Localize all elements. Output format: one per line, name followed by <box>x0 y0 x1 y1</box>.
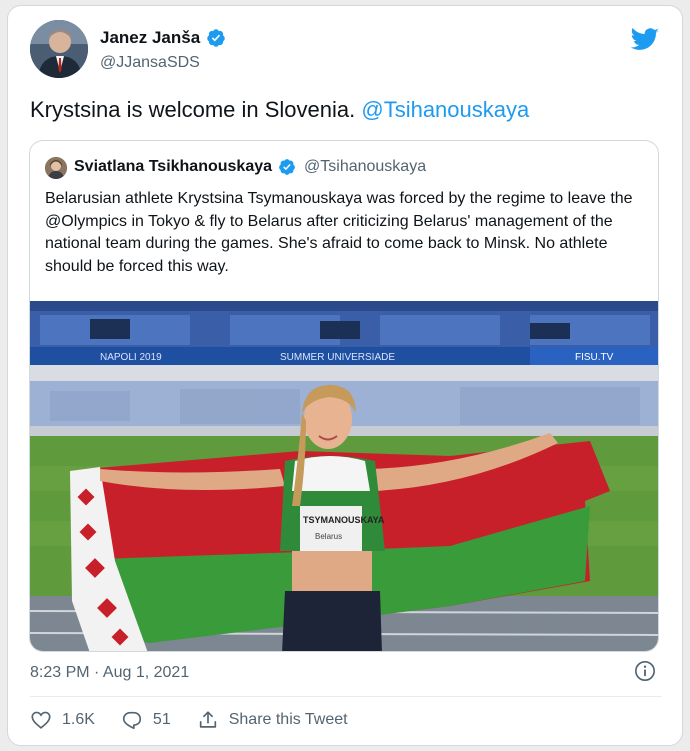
share-icon <box>199 711 216 728</box>
banner-left-text: NAPOLI 2019 <box>100 352 162 363</box>
like-count: 1.6K <box>62 711 95 728</box>
like-button[interactable]: 1.6K <box>30 709 95 731</box>
quoted-tweet-text: Belarusian athlete Krystsina Tsymanouska… <box>45 190 633 275</box>
tweet-timestamp[interactable]: 8:23 PM · Aug 1, 2021 <box>30 664 189 682</box>
verified-badge-icon <box>279 159 295 175</box>
twitter-bird-icon[interactable] <box>630 28 660 52</box>
share-label: Share this Tweet <box>228 711 348 728</box>
author-handle[interactable]: @JJansaSDS <box>100 54 200 72</box>
author-avatar[interactable] <box>30 20 88 78</box>
quoted-author-avatar[interactable] <box>45 157 67 179</box>
bib-name-text: TSYMANOUSKAYA <box>303 515 385 525</box>
bib-country-text: Belarus <box>315 532 342 541</box>
quoted-tweet-photo[interactable]: NAPOLI 2019 SUMMER UNIVERSIADE FISU.TV T… <box>30 301 659 652</box>
author-name-row: Janez Janša <box>100 28 226 48</box>
tweet-card: Janez Janša @JJansaSDS Krystsina is welc… <box>7 5 683 746</box>
tweet-actions: 1.6K 51 Share this Tweet <box>30 709 374 731</box>
quoted-author-name[interactable]: Sviatlana Tsikhanouskaya <box>74 158 272 176</box>
reply-bubble-icon <box>122 711 141 730</box>
quoted-tweet[interactable]: Sviatlana Tsikhanouskaya @Tsihanouskaya … <box>29 140 659 652</box>
divider <box>30 696 662 697</box>
reply-count: 51 <box>152 711 171 728</box>
banner-mid-text: SUMMER UNIVERSIADE <box>280 352 395 363</box>
banner-right-text: FISU.TV <box>575 352 614 363</box>
verified-badge-icon <box>207 29 225 47</box>
tweet-text-plain: Krystsina is welcome in Slovenia. <box>30 97 362 122</box>
reply-button[interactable]: 51 <box>121 709 171 731</box>
info-icon[interactable] <box>634 660 656 682</box>
tweet-mention-link[interactable]: @Tsihanouskaya <box>361 97 529 122</box>
tweet-text: Krystsina is welcome in Slovenia. @Tsiha… <box>30 97 529 123</box>
quoted-header: Sviatlana Tsikhanouskaya @Tsihanouskaya <box>74 158 426 176</box>
heart-icon <box>31 711 51 729</box>
quoted-author-handle[interactable]: @Tsihanouskaya <box>304 158 426 176</box>
share-button[interactable]: Share this Tweet <box>197 709 348 731</box>
author-name[interactable]: Janez Janša <box>100 28 200 48</box>
